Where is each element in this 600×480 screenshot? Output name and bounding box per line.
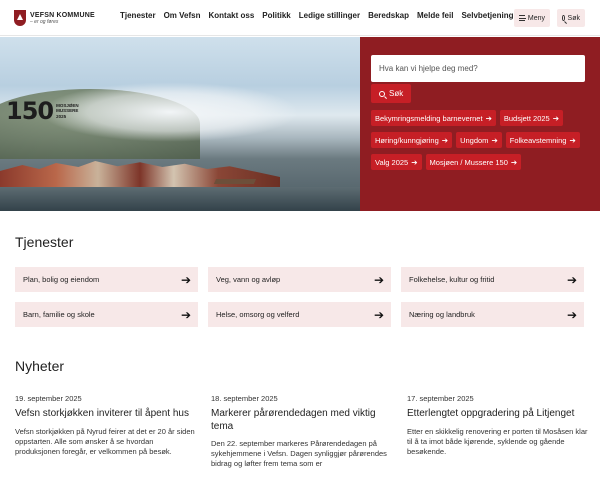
news-title[interactable]: Vefsn storkjøkken inviterer til åpent hu… — [15, 408, 199, 421]
quick-link-horing[interactable]: Høring/kunngjøring ➔ — [371, 132, 453, 148]
menu-button[interactable]: Meny — [514, 9, 550, 27]
quick-link-mosjoen-150[interactable]: Mosjøen / Mussere 150 ➔ — [425, 154, 522, 170]
news-title[interactable]: Etterlengtet oppgradering på Litjenget — [407, 408, 591, 421]
search-icon — [562, 15, 565, 21]
nav-item-selvbetjening[interactable]: Selvbetjening — [461, 11, 513, 20]
service-card[interactable]: Helse, omsorg og velferd ➔ — [208, 302, 391, 327]
service-card[interactable]: Folkehelse, kultur og fritid ➔ — [401, 267, 584, 292]
hero-search-button-label: Søk — [389, 89, 404, 98]
news-item[interactable]: 18. september 2025 Markerer pårørendedag… — [211, 394, 395, 469]
quick-links: Bekymringsmelding barnevernet ➔ Budsjett … — [371, 110, 591, 170]
quick-link-ungdom[interactable]: Ungdom ➔ — [456, 132, 502, 148]
anniversary-logo: 150 MOSJØEN MUSSERE 2025 — [6, 97, 79, 125]
hamburger-icon — [519, 15, 526, 21]
arrow-right-icon: ➔ — [569, 135, 576, 145]
arrow-right-icon: ➔ — [441, 135, 449, 145]
service-card[interactable]: Barn, familie og skole ➔ — [15, 302, 198, 327]
site-header: VEFSN KOMMUNE – er og føres Tjenester Om… — [0, 0, 600, 36]
service-card[interactable]: Veg, vann og avløp ➔ — [208, 267, 391, 292]
search-icon — [379, 90, 385, 97]
news-date: 17. september 2025 — [407, 394, 474, 403]
arrow-right-icon: ➔ — [566, 307, 577, 322]
nav-item-kontakt-oss[interactable]: Kontakt oss — [208, 11, 254, 20]
news-date: 18. september 2025 — [211, 394, 278, 403]
nav-item-beredskap[interactable]: Beredskap — [368, 11, 409, 20]
header-search-button[interactable]: Søk — [557, 9, 585, 27]
arrow-right-icon: ➔ — [411, 157, 418, 167]
quick-link-folkeavstemning[interactable]: Folkeavstemning ➔ — [505, 132, 580, 148]
services-grid: Plan, bolig og eiendom ➔ Veg, vann og avl… — [15, 267, 585, 327]
hero: 150 MOSJØEN MUSSERE 2025 Søk Bekymringsm… — [0, 37, 600, 211]
anniversary-number: 150 — [6, 97, 54, 125]
news-excerpt: Vefsn storkjøkken på Nyrud feirer at det… — [15, 426, 195, 456]
arrow-right-icon: ➔ — [510, 157, 518, 167]
logo-tagline: – er og føres — [30, 18, 59, 25]
coat-of-arms-icon — [14, 10, 26, 26]
quick-link-budsjett[interactable]: Budsjett 2025 ➔ — [499, 110, 564, 126]
arrow-right-icon: ➔ — [491, 135, 498, 145]
service-card[interactable]: Plan, bolig og eiendom ➔ — [15, 267, 198, 292]
arrow-right-icon: ➔ — [180, 307, 191, 322]
services-heading: Tjenester — [15, 234, 74, 250]
nav-item-ledige-stillinger[interactable]: Ledige stillinger — [299, 11, 360, 20]
arrow-right-icon: ➔ — [373, 307, 384, 322]
main-nav: Tjenester Om Vefsn Kontakt oss Politikk … — [120, 11, 513, 20]
anniversary-line: 2025 — [56, 113, 67, 119]
arrow-right-icon: ➔ — [552, 113, 560, 123]
hero-search-panel: Søk Bekymringsmelding barnevernet➔ Budsj… — [360, 37, 600, 211]
news-date: 19. september 2025 — [15, 394, 82, 403]
news-title[interactable]: Markerer pårørendedagen med viktig tema — [211, 408, 395, 433]
arrow-right-icon: ➔ — [373, 272, 384, 287]
quick-link-valg[interactable]: Valg 2025 ➔ — [371, 154, 422, 170]
menu-button-label: Meny — [527, 14, 545, 22]
arrow-right-icon: ➔ — [180, 272, 191, 287]
service-card[interactable]: Næring og landbruk ➔ — [401, 302, 584, 327]
arrow-right-icon: ➔ — [485, 113, 492, 123]
news-list: 19. september 2025 Vefsn storkjøkken inv… — [15, 394, 590, 469]
news-heading: Nyheter — [15, 358, 65, 374]
site-logo[interactable]: VEFSN KOMMUNE – er og føres — [14, 7, 95, 29]
news-excerpt: Etter en skikkelig renovering er porten … — [407, 426, 588, 456]
news-item[interactable]: 19. september 2025 Vefsn storkjøkken inv… — [15, 394, 199, 469]
hero-search-button[interactable]: Søk — [371, 84, 412, 103]
hero-image: 150 MOSJØEN MUSSERE 2025 — [0, 37, 360, 211]
news-item[interactable]: 17. september 2025 Etterlengtet oppgrade… — [407, 394, 591, 469]
nav-item-politikk[interactable]: Politikk — [262, 11, 290, 20]
logo-name: VEFSN KOMMUNE — [30, 11, 95, 19]
quick-link-bekymringsmelding[interactable]: Bekymringsmelding barnevernet ➔ — [371, 110, 496, 126]
hero-search-input[interactable] — [371, 55, 585, 82]
header-search-label: Søk — [567, 14, 580, 22]
nav-item-melde-feil[interactable]: Melde feil — [417, 11, 453, 20]
nav-item-tjenester[interactable]: Tjenester — [120, 11, 156, 20]
arrow-right-icon: ➔ — [566, 272, 577, 287]
nav-item-om-vefsn[interactable]: Om Vefsn — [164, 11, 201, 20]
news-excerpt: Den 22. september markeres Pårørendedage… — [211, 439, 387, 469]
